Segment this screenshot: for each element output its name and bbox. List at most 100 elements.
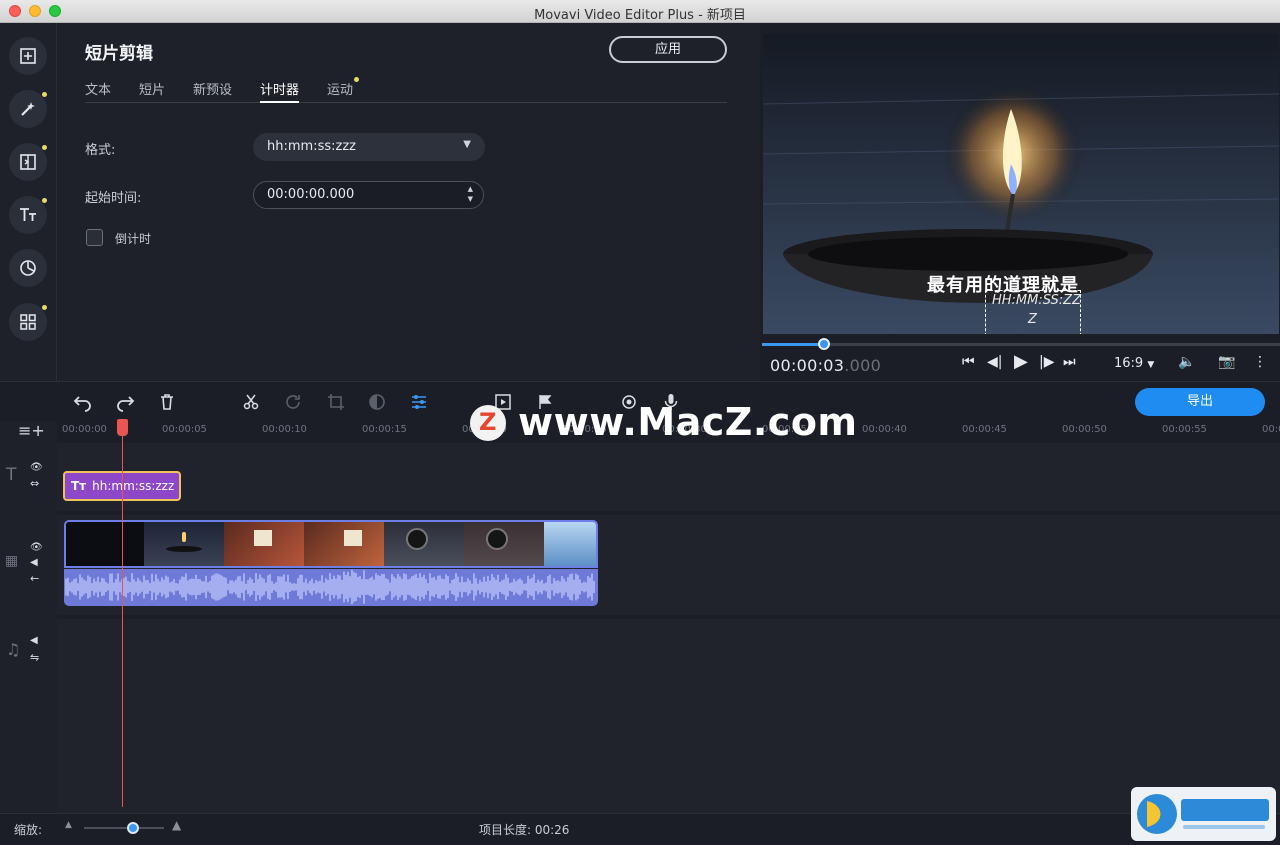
site-logo-icon [1137,794,1269,834]
watermark: Zwww.MacZ.com [470,400,858,444]
title-track-icon: T [6,465,17,485]
timer-overlay-line1: HH:MM:SS:ZZ [992,293,1081,308]
apply-button[interactable]: 应用 [609,36,727,63]
title-track[interactable]: Tт hh:mm:ss:zzz [57,443,1280,511]
add-track-icon[interactable]: ≡+ [18,421,45,440]
tab-new-preset[interactable]: 新预设 [193,79,232,103]
ruler-tick-label: 00:00:15 [362,424,407,435]
video-clip[interactable] [64,520,598,568]
clip-thumbnail [66,522,144,566]
tab-clip[interactable]: 短片 [139,79,165,103]
skip-forward-icon[interactable]: ⏭ [1063,354,1076,370]
track-headers: ≡+ T 👁 ⇔ ▦ 👁 ◀︎ ← ♫ ◀︎ ⇋ [0,421,57,813]
ruler-tick-label: 00:00:50 [1062,424,1107,435]
import-files-button[interactable] [9,37,47,75]
ruler-tick-label: 00:00:55 [1162,424,1207,435]
undo-icon[interactable] [72,391,94,413]
zoom-out-icon[interactable]: ▲ [65,820,72,830]
transitions-button[interactable] [9,143,47,181]
preview-scrubber[interactable] [762,338,1280,350]
clip-thumbnail [144,522,224,566]
playhead-line[interactable] [122,421,123,807]
waveform-path [65,569,595,605]
color-adjust-icon[interactable] [366,391,388,413]
aspect-ratio-value: 16:9 [1114,356,1144,371]
scissors-icon[interactable] [240,391,262,413]
clip-thumbnail [224,522,304,566]
new-badge-dot [42,305,47,310]
more-options-icon[interactable]: ⋮ [1253,354,1267,370]
grid-icon [20,314,36,330]
countdown-label: 倒计时 [115,232,152,246]
rotate-icon[interactable] [282,391,304,413]
export-button[interactable]: 导出 [1135,388,1265,416]
zoom-in-icon[interactable]: ▲ [172,818,181,832]
tab-timer[interactable]: 计时器 [260,79,300,103]
redo-icon[interactable] [114,391,136,413]
title-track-visibility-icon[interactable]: 👁 [30,462,43,473]
format-value: hh:mm:ss:zzz [267,139,356,154]
chevron-down-icon: ▼ [463,139,471,150]
magic-wand-icon [21,102,35,116]
zoom-slider[interactable] [84,827,164,829]
start-time-value: 00:00:00.000 [267,187,355,202]
left-toolbar [0,23,57,381]
watermark-logo: Z [470,405,506,441]
music-track-link-icon[interactable]: ⇋ [30,651,39,664]
clip-properties-icon[interactable] [408,391,430,413]
timeline-tracks: Tт hh:mm:ss:zzz [57,443,1280,813]
window-title: Movavi Video Editor Plus - 新项目 [534,8,746,23]
music-track-volume-icon[interactable]: ◀︎ [30,635,38,646]
clip-thumbnail [384,522,464,566]
project-length: 项目长度: 00:26 [479,823,570,837]
video-track-mute-icon[interactable]: ◀︎ [30,557,38,568]
audio-waveform [65,569,595,605]
snapshot-camera-icon[interactable]: 📷 [1218,354,1235,370]
scrubber-handle[interactable] [818,338,831,350]
more-tools-button[interactable] [9,303,47,341]
tab-motion[interactable]: 运动 [327,77,360,103]
ruler-tick-label: 00:00:00 [62,424,107,435]
title-track-link-icon[interactable]: ⇔ [30,477,39,490]
zoom-slider-handle[interactable] [127,822,139,834]
clip-thumbnail [464,522,544,566]
video-track-visibility-icon[interactable]: 👁 [30,542,43,553]
audio-clip[interactable] [64,569,598,606]
stickers-button[interactable] [9,249,47,287]
titles-button[interactable] [9,196,47,234]
stepper-arrows-icon[interactable]: ▲ ▼ [468,184,473,204]
prev-frame-icon[interactable]: ◀︎| [987,354,1002,370]
next-frame-icon[interactable]: |▶︎ [1039,354,1054,370]
playhead-handle[interactable] [117,419,128,436]
video-preview[interactable]: 最有用的道理就是 HH:MM:SS:ZZ Z [763,34,1279,334]
timecode-main: 00:00:03 [770,356,845,375]
countdown-checkbox[interactable] [86,229,103,246]
title-clip-label: hh:mm:ss:zzz [92,479,175,493]
skip-back-icon[interactable]: ⏮ [962,354,975,370]
volume-icon[interactable]: 🔈 [1178,354,1195,370]
filters-button[interactable] [9,90,47,128]
preview-timecode: 00:00:03.000 [770,356,881,375]
timecode-ms: .000 [844,356,882,375]
new-badge-dot [354,77,360,82]
start-time-stepper[interactable]: 00:00:00.000 ▲ ▼ [253,181,484,209]
timer-overlay-box[interactable]: HH:MM:SS:ZZ Z [985,290,1081,334]
window-titlebar: Movavi Video Editor Plus - 新项目 [0,0,1280,23]
delete-icon[interactable] [156,391,178,413]
panel-tabs: 文本 短片 新预设 计时器 运动 [85,77,727,103]
status-bar: 缩放: ▲ ▲ 项目长度: 00:26 [0,813,1280,841]
aspect-ratio-select[interactable]: 16:9 ▼ [1114,356,1154,371]
site-logo-badge [1131,787,1276,841]
ruler-tick-label: 00:01:00 [1262,424,1280,435]
tab-text[interactable]: 文本 [85,79,111,103]
music-track[interactable] [57,619,1280,813]
ruler-tick-label: 00:00:10 [262,424,307,435]
format-select[interactable]: hh:mm:ss:zzz ▼ [253,133,485,161]
scrubber-progress [762,343,825,346]
chevron-down-icon: ▼ [1147,360,1155,370]
ruler-tick-label: 00:00:40 [862,424,907,435]
video-track-link-icon[interactable]: ← [30,572,39,585]
play-icon[interactable]: ▶ [1014,351,1028,372]
text-icon: Tт [71,479,87,493]
crop-icon[interactable] [325,391,347,413]
